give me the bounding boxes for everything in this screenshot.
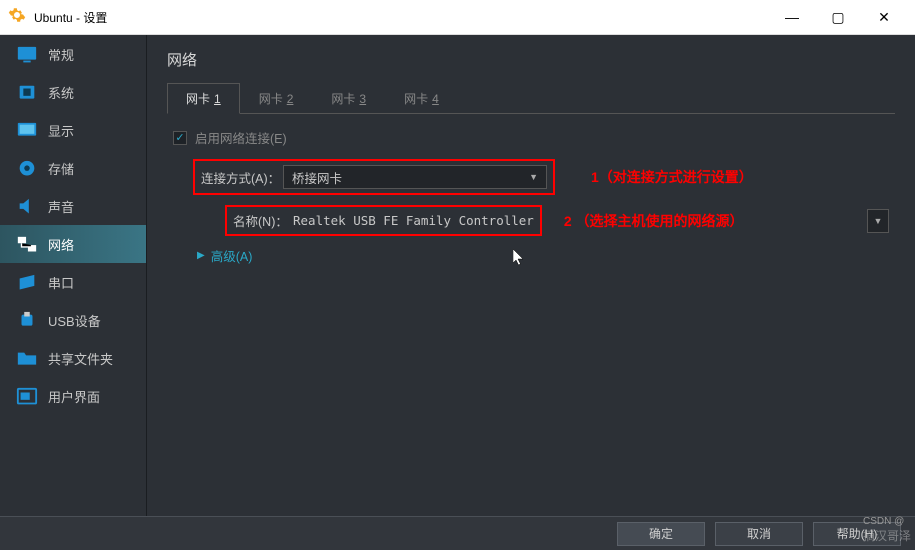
cancel-button[interactable]: 取消 — [715, 522, 803, 546]
ok-button[interactable]: 确定 — [617, 522, 705, 546]
sidebar-item-audio[interactable]: 声音 — [0, 187, 146, 225]
dialog-footer: 确定 取消 帮助(H) — [0, 516, 915, 550]
sidebar-item-ui[interactable]: 用户界面 — [0, 377, 146, 415]
page-title: 网络 — [167, 49, 895, 70]
usb-icon — [16, 311, 38, 329]
serial-icon — [16, 273, 38, 291]
sidebar-item-storage[interactable]: 存储 — [0, 149, 146, 187]
sidebar-item-network[interactable]: 网络 — [0, 225, 146, 263]
tab-adapter-3[interactable]: 网卡3 — [312, 83, 385, 114]
main-panel: 网络 网卡1 网卡2 网卡3 网卡4 ✓ 启用网络连接(E) 连接方式(A)： … — [147, 35, 915, 516]
enable-network-checkbox[interactable]: ✓ 启用网络连接(E) — [169, 128, 893, 147]
annotation-1: 1（对连接方式进行设置） — [591, 167, 753, 187]
annotation-box-1: 连接方式(A)： 桥接网卡 ▼ — [193, 159, 555, 195]
chevron-down-icon: ▼ — [529, 172, 538, 182]
ui-icon — [16, 387, 38, 405]
sidebar-item-label: 网络 — [48, 235, 74, 254]
advanced-toggle[interactable]: ▶ 高级(A) — [169, 246, 893, 265]
sidebar-item-label: 系统 — [48, 83, 74, 102]
chip-icon — [16, 83, 38, 101]
help-button[interactable]: 帮助(H) — [813, 522, 901, 546]
adapter-name-value: Realtek USB FE Family Controller — [293, 213, 534, 228]
connection-type-label: 连接方式(A)： — [201, 168, 283, 187]
annotation-2: 2 （选择主机使用的网络源） — [564, 211, 744, 231]
chevron-down-icon: ▼ — [874, 216, 883, 226]
sidebar-item-label: 串口 — [48, 273, 74, 292]
network-icon — [16, 235, 38, 253]
triangle-right-icon: ▶ — [197, 250, 205, 261]
adapter-name-label: 名称(N)： — [233, 211, 293, 230]
adapter-name-dropdown[interactable]: ▼ — [867, 209, 889, 233]
sidebar-item-usb[interactable]: USB设备 — [0, 301, 146, 339]
sidebar-item-label: USB设备 — [48, 311, 101, 330]
minimize-button[interactable]: — — [769, 2, 815, 32]
sidebar-item-label: 存储 — [48, 159, 74, 178]
tab-adapter-4[interactable]: 网卡4 — [385, 83, 458, 114]
sidebar-item-display[interactable]: 显示 — [0, 111, 146, 149]
monitor-icon — [16, 45, 38, 63]
sidebar-item-serial[interactable]: 串口 — [0, 263, 146, 301]
advanced-label: 高级(A) — [211, 246, 253, 265]
window-title: Ubuntu - 设置 — [34, 9, 769, 26]
sidebar-item-label: 共享文件夹 — [48, 349, 113, 368]
speaker-icon — [16, 197, 38, 215]
sidebar-item-label: 用户界面 — [48, 387, 100, 406]
maximize-button[interactable]: ▢ — [815, 2, 861, 32]
sidebar-item-general[interactable]: 常规 — [0, 35, 146, 73]
disk-icon — [16, 159, 38, 177]
folder-icon — [16, 349, 38, 367]
display-icon — [16, 121, 38, 139]
close-button[interactable]: ✕ — [861, 2, 907, 32]
sidebar-item-label: 显示 — [48, 121, 74, 140]
connection-type-dropdown[interactable]: 桥接网卡 ▼ — [283, 165, 547, 189]
sidebar-item-label: 声音 — [48, 197, 74, 216]
titlebar: Ubuntu - 设置 — ▢ ✕ — [0, 0, 915, 35]
tab-adapter-1[interactable]: 网卡1 — [167, 83, 240, 114]
enable-network-label: 启用网络连接(E) — [195, 128, 287, 147]
gear-icon — [8, 6, 26, 29]
adapter-tabs: 网卡1 网卡2 网卡3 网卡4 — [167, 82, 895, 114]
tab-adapter-2[interactable]: 网卡2 — [240, 83, 313, 114]
sidebar: 常规 系统 显示 存储 声音 网络 串口 USB设备 — [0, 35, 147, 516]
sidebar-item-label: 常规 — [48, 45, 74, 64]
checkbox-icon: ✓ — [173, 131, 187, 145]
connection-type-value: 桥接网卡 — [292, 168, 342, 187]
sidebar-item-system[interactable]: 系统 — [0, 73, 146, 111]
sidebar-item-shared[interactable]: 共享文件夹 — [0, 339, 146, 377]
annotation-box-2: 名称(N)： Realtek USB FE Family Controller — [225, 205, 542, 236]
